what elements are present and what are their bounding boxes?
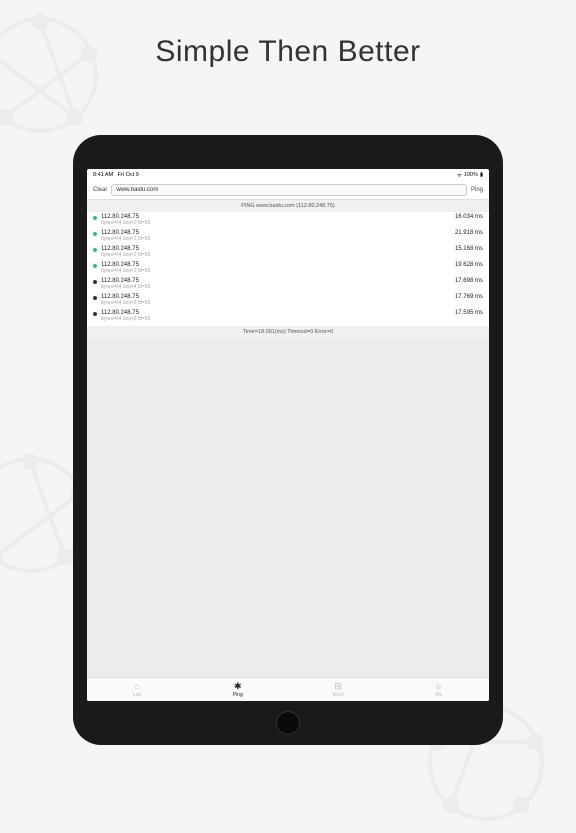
status-dot-icon: [93, 280, 97, 284]
screen: 8:41 AM Fri Oct 9 ᯤ 100% ▮ Clear Ping PI…: [87, 169, 489, 701]
status-dot-icon: [93, 232, 97, 236]
ping-result-row: 112.80.248.75bytes=64 seq=4 ttl=5517.698…: [93, 276, 483, 292]
ping-summary: Time=18.001(ms) Timeout=0 Error=0: [87, 326, 489, 338]
ping-result-row: 112.80.248.75bytes=64 seq=1 ttl=5521.918…: [93, 228, 483, 244]
result-time: 16.034 ms: [455, 214, 483, 220]
tab-label: Me: [435, 692, 442, 698]
status-dot-icon: [93, 248, 97, 252]
result-time: 17.769 ms: [455, 294, 483, 300]
results-list: 112.80.248.75bytes=64 seq=0 ttl=5516.034…: [87, 212, 489, 324]
tab-bar: ⌂Lan✱Ping⊞More☺Me: [87, 677, 489, 701]
lan-icon: ⌂: [135, 682, 140, 691]
tab-lan[interactable]: ⌂Lan: [87, 678, 188, 701]
status-bar: 8:41 AM Fri Oct 9 ᯤ 100% ▮: [87, 169, 489, 181]
home-button[interactable]: [276, 711, 300, 735]
result-detail: bytes=64 seq=5 ttl=55: [101, 300, 455, 306]
tab-label: Lan: [133, 692, 141, 698]
empty-area: [87, 338, 489, 677]
tab-ping[interactable]: ✱Ping: [188, 678, 289, 701]
status-date: Fri Oct 9: [118, 172, 139, 178]
wifi-icon: ᯤ: [457, 171, 462, 179]
tab-label: More: [333, 692, 344, 698]
more-icon: ⊞: [334, 682, 342, 691]
result-detail: bytes=64 seq=0 ttl=55: [101, 220, 455, 226]
battery-text: 100%: [464, 172, 478, 178]
result-time: 19.628 ms: [455, 262, 483, 268]
result-detail: bytes=64 seq=6 ttl=55: [101, 316, 455, 322]
status-dot-icon: [93, 264, 97, 268]
result-detail: bytes=64 seq=3 ttl=55: [101, 268, 455, 274]
status-dot-icon: [93, 296, 97, 300]
result-time: 17.595 ms: [455, 310, 483, 316]
result-time: 21.918 ms: [455, 230, 483, 236]
ping-result-row: 112.80.248.75bytes=64 seq=3 ttl=5519.628…: [93, 260, 483, 276]
marketing-headline: Simple Then Better: [0, 35, 576, 69]
url-input[interactable]: [111, 184, 467, 196]
tab-label: Ping: [233, 692, 243, 698]
tab-more[interactable]: ⊞More: [288, 678, 389, 701]
background-network-icon: [0, 5, 110, 145]
ping-result-row: 112.80.248.75bytes=64 seq=0 ttl=5516.034…: [93, 212, 483, 228]
toolbar: Clear Ping: [87, 181, 489, 200]
status-dot-icon: [93, 312, 97, 316]
ping-result-row: 112.80.248.75bytes=64 seq=6 ttl=5517.595…: [93, 308, 483, 324]
ping-result-row: 112.80.248.75bytes=64 seq=5 ttl=5517.769…: [93, 292, 483, 308]
result-detail: bytes=64 seq=4 ttl=55: [101, 284, 455, 290]
ping-header: PING www.baidu.com (112.80.248.75): [87, 200, 489, 212]
me-icon: ☺: [434, 682, 443, 691]
result-detail: bytes=64 seq=1 ttl=55: [101, 236, 455, 242]
ping-result-row: 112.80.248.75bytes=64 seq=2 ttl=5515.168…: [93, 244, 483, 260]
tab-me[interactable]: ☺Me: [389, 678, 490, 701]
ping-button[interactable]: Ping: [471, 187, 483, 193]
tablet-frame: 8:41 AM Fri Oct 9 ᯤ 100% ▮ Clear Ping PI…: [73, 135, 503, 745]
result-time: 15.168 ms: [455, 246, 483, 252]
battery-icon: ▮: [480, 172, 483, 178]
result-time: 17.698 ms: [455, 278, 483, 284]
status-time: 8:41 AM: [93, 172, 113, 178]
clear-button[interactable]: Clear: [93, 187, 107, 193]
ping-icon: ✱: [234, 682, 242, 691]
status-dot-icon: [93, 216, 97, 220]
result-detail: bytes=64 seq=2 ttl=55: [101, 252, 455, 258]
